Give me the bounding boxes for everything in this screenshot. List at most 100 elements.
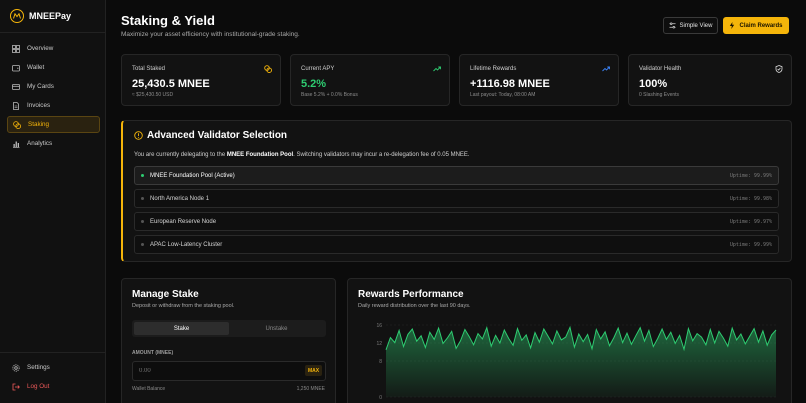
validator-option-foundation[interactable]: MNEE Foundation Pool (Active) Uptime: 99… <box>134 166 779 185</box>
sidebar-item-label: Log Out <box>27 383 50 390</box>
sidebar-item-staking[interactable]: Staking <box>7 116 100 133</box>
sidebar-item-wallet[interactable]: Wallet <box>7 59 100 76</box>
desc-text: You are currently delegating to the <box>134 152 227 158</box>
sidebar-item-label: My Cards <box>27 83 54 90</box>
stat-value: 100% <box>639 78 668 90</box>
info-icon <box>134 131 143 140</box>
stat-card-validator-health: Validator Health 100% 0 Slashing Events <box>628 54 792 106</box>
rewards-performance-card: Rewards Performance Daily reward distrib… <box>347 278 792 403</box>
grid-icon <box>12 44 20 53</box>
wallet-balance-label: Wallet Balance <box>132 386 166 392</box>
sidebar-item-invoices[interactable]: Invoices <box>7 97 100 114</box>
card-icon <box>12 83 20 90</box>
stat-card-total-staked: Total Staked 25,430.5 MNEE ≈ $25,430.50 … <box>121 54 281 106</box>
shield-icon <box>775 65 783 73</box>
sidebar-item-overview[interactable]: Overview <box>7 40 100 57</box>
status-dot <box>141 243 144 246</box>
trend-up-icon <box>433 66 441 72</box>
divider <box>0 352 105 353</box>
y-tick-label: 12 <box>376 341 382 347</box>
tab-stake[interactable]: Stake <box>134 322 229 335</box>
sidebar-item-settings[interactable]: Settings <box>7 359 100 376</box>
bar-chart-icon <box>13 141 20 148</box>
wallet-icon <box>12 64 20 71</box>
status-dot <box>141 220 144 223</box>
manage-stake-card: Manage Stake Deposit or withdraw from th… <box>121 278 336 403</box>
validator-option-north-america[interactable]: North America Node 1 Uptime: 99.98% <box>134 189 779 208</box>
manage-stake-subtitle: Deposit or withdraw from the staking poo… <box>132 303 235 309</box>
sidebar-item-label: Staking <box>28 121 50 128</box>
status-dot <box>141 174 144 177</box>
stat-sub: 0 Slashing Events <box>639 92 680 98</box>
sidebar-item-label: Invoices <box>27 102 51 109</box>
desc-text: . Switching validators may incur a re-de… <box>293 152 470 158</box>
document-icon <box>13 101 19 110</box>
trend-up-icon <box>602 66 610 72</box>
stat-sub: Last payout: Today, 08:00 AM <box>470 92 536 98</box>
max-button[interactable]: MAX <box>305 365 322 376</box>
divider <box>0 32 105 33</box>
validator-name: European Reserve Node <box>150 218 217 225</box>
sidebar-item-label: Overview <box>27 45 54 52</box>
sidebar-item-my-cards[interactable]: My Cards <box>7 78 100 95</box>
stat-value: 25,430.5 MNEE <box>132 78 210 90</box>
validator-uptime: Uptime: 99.99% <box>729 241 772 248</box>
lightning-icon <box>730 22 735 29</box>
claim-rewards-button[interactable]: Claim Rewards <box>723 17 789 34</box>
validator-name: MNEE Foundation Pool (Active) <box>150 172 235 179</box>
y-tick-label: 16 <box>376 323 382 329</box>
sidebar-nav: Overview Wallet My Cards Invoices Stakin… <box>7 40 100 154</box>
coins-icon <box>264 65 272 73</box>
stat-label: Lifetime Rewards <box>470 66 517 72</box>
validator-description: You are currently delegating to the MNEE… <box>134 152 470 158</box>
sidebar-item-label: Wallet <box>27 64 45 71</box>
claim-rewards-label: Claim Rewards <box>739 22 783 29</box>
validator-option-apac[interactable]: APAC Low-Latency Cluster Uptime: 99.99% <box>134 235 779 254</box>
page-subtitle: Maximize your asset efficiency with inst… <box>121 31 300 38</box>
rewards-chart: 16 12 8 0 <box>376 323 777 401</box>
main-content: Staking & Yield Maximize your asset effi… <box>107 0 806 403</box>
stat-sub: Base 5.2% + 0.0% Bonus <box>301 92 358 98</box>
status-dot <box>141 197 144 200</box>
simple-view-button[interactable]: Simple View <box>663 17 718 34</box>
wallet-balance-value: 1,250 MNEE <box>296 386 325 392</box>
validator-uptime: Uptime: 99.98% <box>729 195 772 202</box>
stat-label: Total Staked <box>132 66 166 72</box>
current-pool-name: MNEE Foundation Pool <box>226 152 294 158</box>
coins-icon <box>13 120 21 129</box>
logout-icon <box>12 383 20 390</box>
sidebar-item-label: Analytics <box>27 140 53 147</box>
validator-uptime: Uptime: 99.99% <box>729 172 772 179</box>
sidebar-item-analytics[interactable]: Analytics <box>7 135 100 152</box>
validator-name: North America Node 1 <box>150 195 210 202</box>
sidebar-item-logout[interactable]: Log Out <box>7 378 100 395</box>
gear-icon <box>12 363 20 372</box>
page-title: Staking & Yield <box>121 13 215 28</box>
stat-sub: ≈ $25,430.50 USD <box>132 92 174 98</box>
amount-input[interactable] <box>132 361 326 381</box>
brand-name: MNEEPay <box>29 11 72 21</box>
stat-card-lifetime-rewards: Lifetime Rewards +1116.98 MNEE Last payo… <box>459 54 619 106</box>
stat-value: 5.2% <box>301 78 327 90</box>
sliders-icon <box>668 22 676 29</box>
sidebar-bottom: Settings Log Out <box>7 359 100 397</box>
validator-name: APAC Low-Latency Cluster <box>150 241 223 248</box>
manage-stake-title: Manage Stake <box>132 289 199 300</box>
tab-unstake[interactable]: Unstake <box>229 322 324 335</box>
logo-icon <box>10 9 24 23</box>
stat-value: +1116.98 MNEE <box>470 78 550 90</box>
y-tick-label: 0 <box>379 395 382 401</box>
validator-title: Advanced Validator Selection <box>147 130 288 141</box>
stat-card-current-apy: Current APY 5.2% Base 5.2% + 0.0% Bonus <box>290 54 450 106</box>
brand[interactable]: MNEEPay <box>10 9 71 23</box>
stake-mode-toggle: Stake Unstake <box>132 320 326 337</box>
simple-view-label: Simple View <box>679 22 713 29</box>
validator-uptime: Uptime: 99.97% <box>729 218 772 225</box>
y-tick-label: 8 <box>379 359 382 365</box>
stat-label: Validator Health <box>639 66 682 72</box>
stat-label: Current APY <box>301 66 335 72</box>
sidebar-item-label: Settings <box>27 364 50 371</box>
validator-selection-panel: Advanced Validator Selection You are cur… <box>121 120 792 262</box>
amount-label: AMOUNT (MNEE) <box>132 350 174 356</box>
validator-option-european[interactable]: European Reserve Node Uptime: 99.97% <box>134 212 779 231</box>
